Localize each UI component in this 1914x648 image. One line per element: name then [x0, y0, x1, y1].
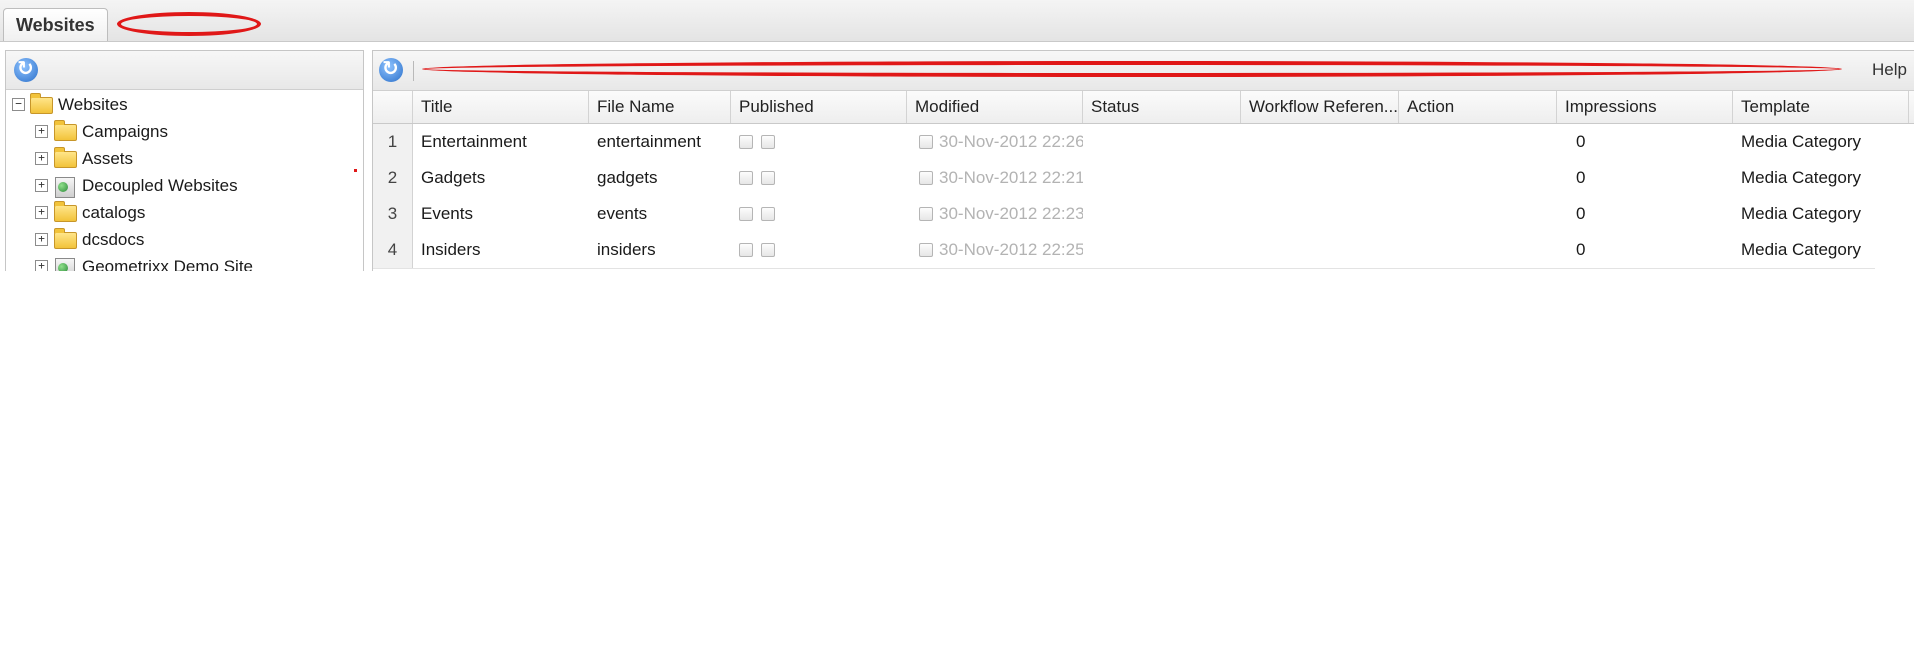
cell-title[interactable]: Insiders	[413, 232, 589, 268]
cell-template: Media Category	[1741, 132, 1862, 151]
pages-grid-panel: Help Title File Name Published Modified …	[372, 50, 1914, 271]
site-tree-panel: − Websites + Campaigns + Assets + Decoup…	[5, 50, 364, 271]
folder-icon	[30, 93, 53, 114]
row-number-header	[373, 91, 413, 123]
table-row[interactable]: 1 Entertainment entertainment 30-Nov-201…	[373, 124, 1875, 161]
column-header-title[interactable]: Title	[413, 91, 589, 123]
cell-file-name[interactable]: entertainment	[589, 124, 731, 160]
folder-icon	[54, 228, 77, 249]
published-checkbox	[761, 207, 775, 221]
cell-impressions: 0	[1576, 132, 1586, 151]
published-checkbox	[739, 243, 753, 257]
published-checkbox	[739, 171, 753, 185]
published-checkbox	[739, 135, 753, 149]
column-header-action[interactable]: Action	[1399, 91, 1557, 123]
expand-icon[interactable]: +	[35, 125, 48, 138]
table-row[interactable]: 2 Gadgets gadgets 30-Nov-2012 22:21 0 Me…	[373, 160, 1875, 197]
row-number: 1	[373, 124, 413, 160]
grid-header: Title File Name Published Modified Statu…	[373, 91, 1914, 124]
cell-file-name[interactable]: events	[589, 196, 731, 232]
column-header-file-name[interactable]: File Name	[589, 91, 731, 123]
table-row[interactable]: 3 Events events 30-Nov-2012 22:23 0 Medi…	[373, 196, 1875, 233]
cell-title[interactable]: Events	[413, 196, 589, 232]
cell-file-name[interactable]: insiders	[589, 232, 731, 268]
tab-strip: Websites	[0, 0, 1914, 42]
column-header-modified[interactable]: Modified	[907, 91, 1083, 123]
grid-toolbar: Help	[373, 51, 1914, 91]
red-annotation-line	[422, 61, 1842, 77]
row-number: 2	[373, 160, 413, 196]
published-checkbox	[739, 207, 753, 221]
collapse-icon[interactable]: −	[12, 98, 25, 111]
red-annotation-dot	[354, 169, 357, 172]
refresh-icon[interactable]	[379, 56, 403, 82]
tree-node-label[interactable]: Decoupled Websites	[82, 173, 238, 199]
column-header-impressions[interactable]: Impressions	[1557, 91, 1733, 123]
cell-modified: 30-Nov-2012 22:26	[939, 132, 1083, 151]
tree-toolbar	[6, 51, 363, 90]
expand-icon[interactable]: +	[35, 233, 48, 246]
tree-node-label[interactable]: catalogs	[82, 200, 145, 226]
site-icon	[55, 258, 75, 271]
table-row[interactable]: 4 Insiders insiders 30-Nov-2012 22:25 0 …	[373, 232, 1875, 269]
tree-node-label[interactable]: Websites	[58, 92, 128, 118]
column-header-template[interactable]: Template	[1733, 91, 1909, 123]
folder-icon	[54, 120, 77, 141]
tree-node-label[interactable]: Geometrixx Demo Site	[82, 254, 253, 271]
cell-template: Media Category	[1741, 240, 1862, 259]
tab-websites[interactable]: Websites	[3, 8, 108, 41]
cell-impressions: 0	[1576, 204, 1586, 223]
folder-icon	[54, 147, 77, 168]
cell-file-name[interactable]: gadgets	[589, 160, 731, 196]
tree-node-label[interactable]: Campaigns	[82, 119, 168, 145]
cell-impressions: 0	[1576, 168, 1586, 187]
help-button[interactable]: Help	[1872, 60, 1907, 80]
folder-icon	[54, 201, 77, 222]
cell-title[interactable]: Entertainment	[413, 124, 589, 160]
cell-modified: 30-Nov-2012 22:23	[939, 204, 1083, 223]
column-header-published[interactable]: Published	[731, 91, 907, 123]
tree-node-label[interactable]: dcsdocs	[82, 227, 144, 253]
refresh-icon[interactable]	[14, 56, 38, 82]
expand-icon[interactable]: +	[35, 206, 48, 219]
red-annotation-ellipse	[117, 12, 261, 36]
cell-modified: 30-Nov-2012 22:25	[939, 240, 1083, 259]
tree-node-label[interactable]: Assets	[82, 146, 133, 172]
published-checkbox	[761, 135, 775, 149]
cell-modified: 30-Nov-2012 22:21	[939, 168, 1083, 187]
column-header-workflow-reference[interactable]: Workflow Referen...	[1241, 91, 1399, 123]
published-checkbox	[761, 171, 775, 185]
row-number: 4	[373, 232, 413, 268]
cell-title[interactable]: Gadgets	[413, 160, 589, 196]
published-checkbox	[761, 243, 775, 257]
column-header-status[interactable]: Status	[1083, 91, 1241, 123]
cell-impressions: 0	[1576, 240, 1586, 259]
expand-icon[interactable]: +	[35, 260, 48, 271]
site-icon	[55, 177, 75, 198]
toolbar-separator	[413, 61, 414, 81]
expand-icon[interactable]: +	[35, 179, 48, 192]
cell-template: Media Category	[1741, 204, 1862, 223]
cell-template: Media Category	[1741, 168, 1862, 187]
row-number: 3	[373, 196, 413, 232]
expand-icon[interactable]: +	[35, 152, 48, 165]
